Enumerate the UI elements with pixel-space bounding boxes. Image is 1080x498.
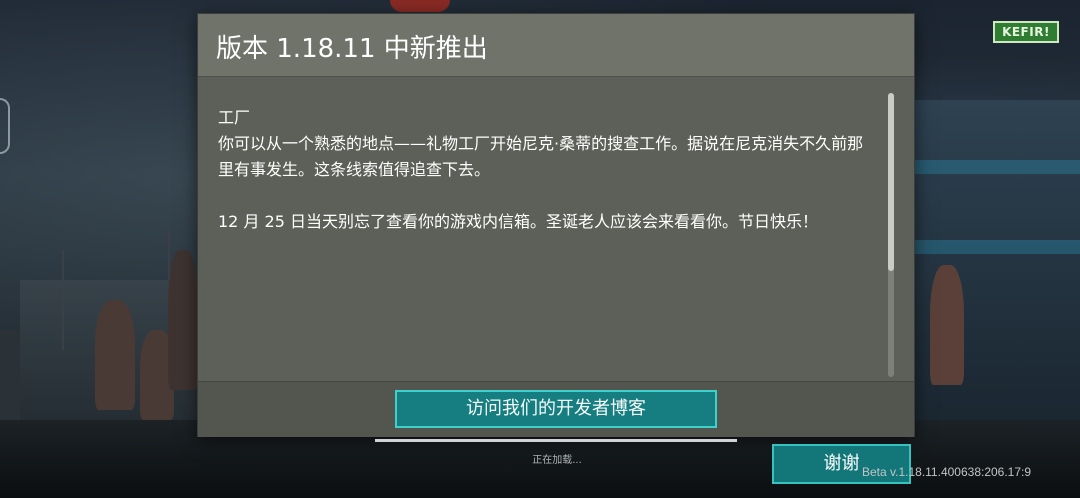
scrollbar-thumb[interactable] [888, 93, 894, 271]
scrollbar[interactable] [888, 93, 894, 377]
notes-paragraph: 12 月 25 日当天别忘了查看你的游戏内信箱。圣诞老人应该会来看看你。节日快乐… [218, 212, 818, 231]
building-stripe [915, 240, 1080, 254]
background-pole [62, 250, 64, 350]
zombie-figure [168, 250, 198, 390]
zombie-figure [95, 300, 135, 410]
kefir-logo: KEFIR! [993, 21, 1059, 43]
version-label: Beta v.1.18.11.400638:206.17:9 [862, 465, 1032, 479]
notes-paragraph: 你可以从一个熟悉的地点——礼物工厂开始尼克·桑蒂的搜查工作。据说在尼克消失不久前… [218, 134, 864, 179]
loading-progress-bar [375, 439, 737, 442]
dialog-header: 版本 1.18.11 中新推出 [198, 14, 914, 77]
release-notes: 工厂 你可以从一个熟悉的地点——礼物工厂开始尼克·桑蒂的搜查工作。据说在尼克消失… [218, 105, 878, 235]
dialog-footer: 访问我们的开发者博客 [198, 381, 914, 437]
dialog-body[interactable]: 工厂 你可以从一个熟悉的地点——礼物工厂开始尼克·桑蒂的搜查工作。据说在尼克消失… [198, 77, 914, 381]
developer-blog-button[interactable]: 访问我们的开发者博客 [395, 390, 717, 428]
dialog-title: 版本 1.18.11 中新推出 [216, 34, 488, 64]
update-dialog: 版本 1.18.11 中新推出 工厂 你可以从一个熟悉的地点——礼物工厂开始尼克… [198, 14, 914, 437]
background-sign [390, 0, 450, 12]
notes-heading: 工厂 [218, 108, 251, 127]
loading-progress-fill [375, 439, 737, 442]
side-handle-icon [0, 98, 10, 154]
loading-text: 正在加载... [532, 455, 582, 466]
building-stripe [915, 160, 1080, 174]
zombie-figure [930, 265, 964, 385]
